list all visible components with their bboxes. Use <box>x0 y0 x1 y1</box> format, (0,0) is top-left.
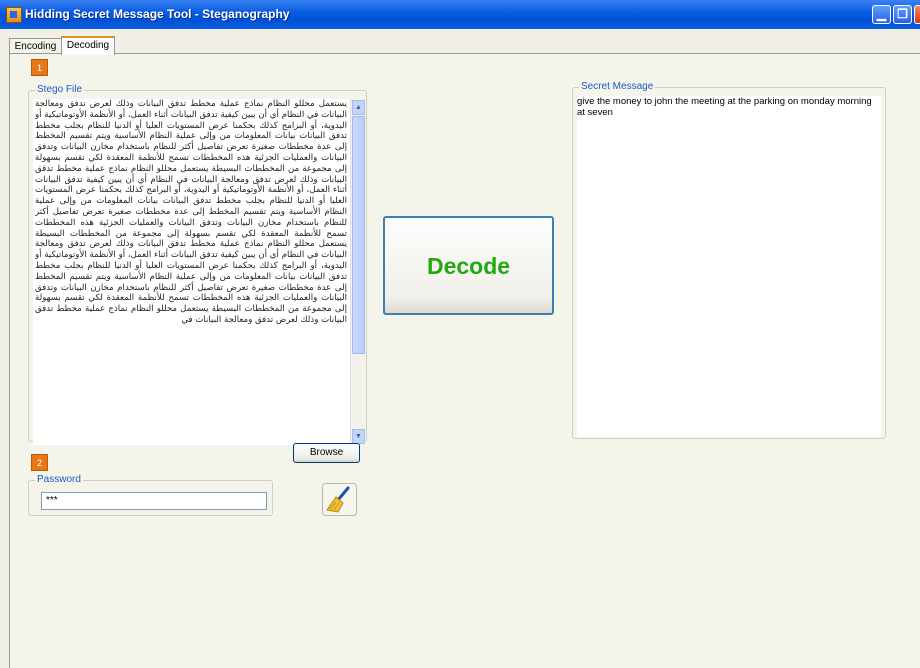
step-2-badge: 2 <box>31 454 48 471</box>
close-button[interactable] <box>914 5 920 24</box>
password-group: Password *** <box>28 474 273 516</box>
secret-message-legend: Secret Message <box>579 81 656 92</box>
password-input[interactable]: *** <box>41 492 267 510</box>
step-1-badge: 1 <box>31 59 48 76</box>
broom-icon <box>322 483 357 516</box>
scroll-down-button[interactable]: ▼ <box>352 429 365 444</box>
chevron-up-icon: ▲ <box>355 104 362 111</box>
stego-file-group: Stego File يستعمل محللو النظام نماذج عمل… <box>28 84 367 445</box>
decode-button[interactable]: Decode <box>383 216 554 315</box>
restore-icon: ❐ <box>897 7 908 21</box>
title-bar[interactable]: Hidding Secret Message Tool - Steganogra… <box>0 0 920 29</box>
app-icon <box>6 7 22 23</box>
secret-message-textbox[interactable]: give the money to john the meeting at th… <box>577 96 881 437</box>
stego-file-legend: Stego File <box>35 84 85 95</box>
tab-encoding[interactable]: Encoding <box>9 38 62 54</box>
chevron-down-icon: ▼ <box>355 433 362 440</box>
stego-file-content: يستعمل محللو النظام نماذج عملية مخطط تدف… <box>35 99 347 325</box>
clear-button[interactable] <box>322 483 357 516</box>
scroll-up-button[interactable]: ▲ <box>352 100 365 115</box>
browse-button-label: Browse <box>309 447 344 458</box>
tab-decoding[interactable]: Decoding <box>61 36 115 55</box>
tab-decoding-label: Decoding <box>66 40 110 51</box>
secret-message-group: Secret Message give the money to john th… <box>572 81 886 439</box>
tab-encoding-label: Encoding <box>14 41 57 52</box>
minimize-button[interactable]: ▁ <box>872 5 891 24</box>
window-title: Hidding Secret Message Tool - Steganogra… <box>25 7 290 21</box>
password-legend: Password <box>35 474 83 485</box>
scroll-thumb[interactable] <box>352 116 365 354</box>
stego-file-textbox[interactable]: يستعمل محللو النظام نماذج عملية مخطط تدف… <box>33 99 365 445</box>
stego-file-scrollbar[interactable]: ▲ ▼ <box>350 99 365 445</box>
decoding-tab-page: 1 Stego File يستعمل محللو النظام نماذج ع… <box>9 53 920 668</box>
minimize-icon: ▁ <box>876 7 887 21</box>
decode-button-label: Decode <box>426 253 511 279</box>
restore-button[interactable]: ❐ <box>893 5 912 24</box>
browse-button[interactable]: Browse <box>293 443 360 463</box>
password-value: *** <box>46 495 58 506</box>
secret-message-content: give the money to john the meeting at th… <box>577 96 872 118</box>
